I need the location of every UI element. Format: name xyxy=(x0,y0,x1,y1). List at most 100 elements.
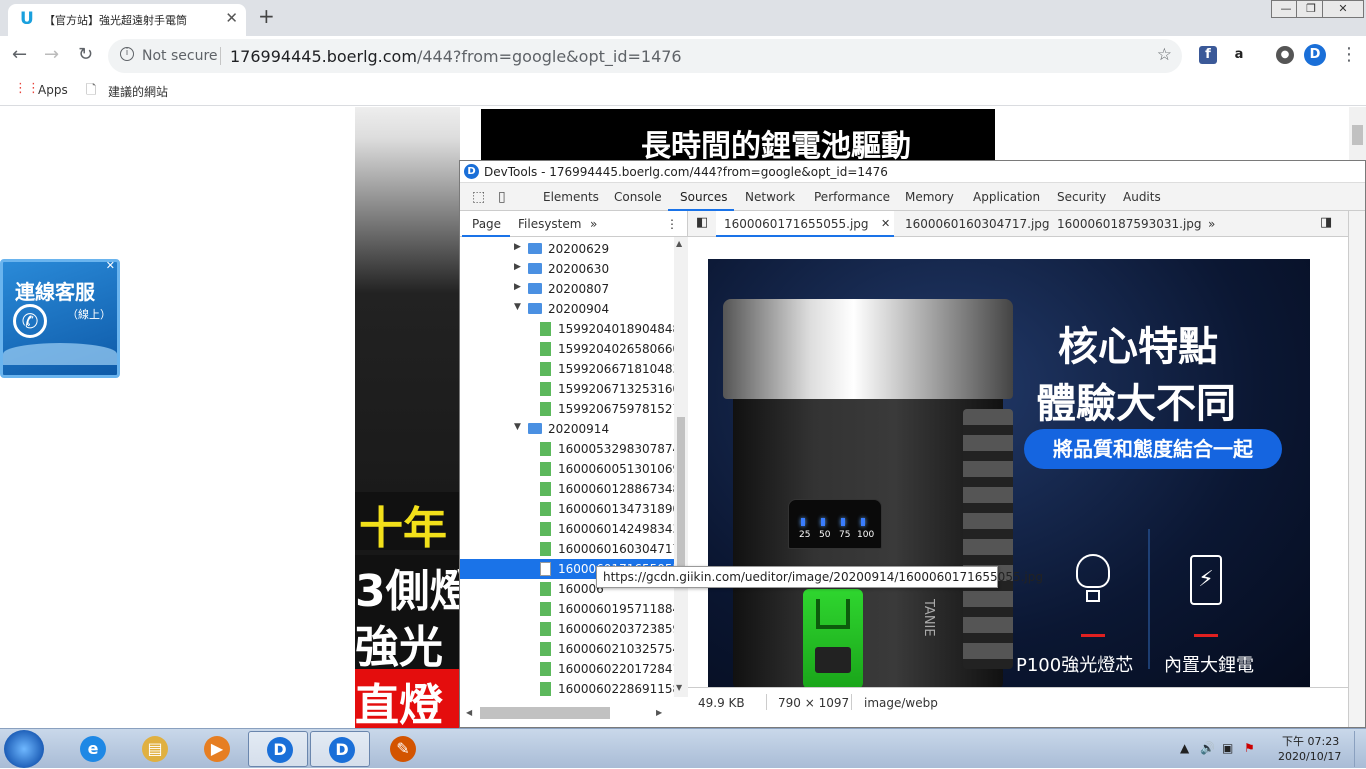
tab-application[interactable]: Application xyxy=(973,190,1040,204)
tree-file[interactable]: 1600060160304717.jp xyxy=(460,539,674,559)
tree-folder[interactable]: ▼ 20200904 xyxy=(460,299,674,319)
forward-button[interactable]: → xyxy=(44,44,59,65)
bookmark-apps[interactable]: Apps xyxy=(38,83,68,97)
bookmark-suggested-sites[interactable]: 建議的網站 xyxy=(108,83,168,100)
cs-widget-close-icon[interactable]: ✕ xyxy=(106,259,115,272)
file-tree-scrollbar-thumb[interactable] xyxy=(677,417,685,567)
clock-time[interactable]: 下午 07:23 xyxy=(1282,733,1339,749)
navigator-tab-filesystem[interactable]: Filesystem xyxy=(518,217,581,231)
toggle-debugger-icon[interactable]: ◨ xyxy=(1320,215,1332,230)
tab-network[interactable]: Network xyxy=(745,190,795,204)
tree-file[interactable]: 1599206671810483.g xyxy=(460,359,674,379)
profile-icon[interactable]: ● xyxy=(1276,46,1294,64)
tree-file[interactable]: 1599204026580660.g xyxy=(460,339,674,359)
tree-file[interactable]: 1600060210325754.jp xyxy=(460,639,674,659)
tree-file[interactable]: 1600060134731890.jp xyxy=(460,499,674,519)
url-text[interactable]: 176994445.boerlg.com/444?from=google&opt… xyxy=(230,47,682,66)
file-tree-hscrollbar[interactable]: ◀ ▶ xyxy=(460,697,688,727)
tab-security[interactable]: Security xyxy=(1057,190,1106,204)
tree-file[interactable]: 1600060142498343.jp xyxy=(460,519,674,539)
chevron-down-icon[interactable]: ▼ xyxy=(514,422,521,432)
navigator-menu-icon[interactable]: ⋮ xyxy=(666,217,678,231)
chevron-right-icon[interactable]: ▶ xyxy=(514,262,521,272)
tab-sources[interactable]: Sources xyxy=(680,190,727,204)
taskbar-app-button[interactable]: ▤ xyxy=(124,731,184,767)
taskbar-app-button[interactable]: D xyxy=(310,731,370,767)
toggle-navigator-icon[interactable]: ◧ xyxy=(696,215,708,230)
new-tab-button[interactable]: + xyxy=(258,4,275,28)
editor-tab-2[interactable]: 1600060160304717.jpg xyxy=(905,217,1050,231)
reload-button[interactable]: ↻ xyxy=(78,44,93,65)
tab-elements[interactable]: Elements xyxy=(543,190,599,204)
tree-folder[interactable]: ▶ 20200629 xyxy=(460,239,674,259)
browser-tab[interactable]: U 【官方站】強光超遠射手電筒 ✕ xyxy=(8,4,246,36)
tab-performance[interactable]: Performance xyxy=(814,190,890,204)
lightbulb-icon xyxy=(1076,554,1110,588)
editor-tab-3[interactable]: 1600060187593031.jpg xyxy=(1057,217,1202,231)
battery-icon: ⚡ xyxy=(1190,555,1222,605)
start-button[interactable] xyxy=(4,730,44,768)
debugger-sidebar-edge[interactable] xyxy=(1348,211,1365,727)
tree-file[interactable]: 1600060203723859.jp xyxy=(460,619,674,639)
chevron-right-icon[interactable]: ▶ xyxy=(514,242,521,252)
tree-folder[interactable]: ▶ 20200807 xyxy=(460,279,674,299)
tree-file[interactable]: 1599206759781527.g xyxy=(460,399,674,419)
taskbar-app-button[interactable]: ▶ xyxy=(186,731,246,767)
tree-file[interactable]: 1600060195711884.jp xyxy=(460,599,674,619)
tree-file[interactable]: 1599206713253160.g xyxy=(460,379,674,399)
tray-expand-icon[interactable]: ▲ xyxy=(1180,741,1189,755)
customer-service-widget[interactable]: 連線客服 （線上） ✆ ✕ xyxy=(0,259,120,378)
info-icon[interactable]: i xyxy=(120,47,134,61)
scroll-right-icon[interactable]: ▶ xyxy=(656,708,662,717)
devtools-app-icon-1: D xyxy=(267,737,293,763)
show-desktop-button[interactable] xyxy=(1354,731,1364,767)
taskbar-app-button[interactable]: e xyxy=(62,731,122,767)
devtools-extension-icon[interactable]: D xyxy=(1304,44,1326,66)
tree-file[interactable]: 1600060128867348.jp xyxy=(460,479,674,499)
scroll-up-icon[interactable]: ▲ xyxy=(676,239,682,248)
scroll-left-icon[interactable]: ◀ xyxy=(466,708,472,717)
chevron-down-icon[interactable]: ▼ xyxy=(514,302,521,312)
battery-indicator: 25 50 75 100 xyxy=(788,499,882,549)
scroll-down-icon[interactable]: ▼ xyxy=(676,683,682,692)
close-window-button[interactable]: ✕ xyxy=(1322,0,1364,18)
tab-audits[interactable]: Audits xyxy=(1123,190,1161,204)
tab-memory[interactable]: Memory xyxy=(905,190,954,204)
tab-console[interactable]: Console xyxy=(614,190,662,204)
tree-file[interactable]: 1600060220172841.jp xyxy=(460,659,674,679)
page-scrollbar-thumb[interactable] xyxy=(1352,125,1363,145)
facebook-icon[interactable]: f xyxy=(1199,46,1217,64)
address-bar[interactable]: i Not secure 176994445.boerlg.com/444?fr… xyxy=(108,39,1182,73)
tree-file[interactable]: 1600060051301069.jp xyxy=(460,459,674,479)
clock-date[interactable]: 2020/10/17 xyxy=(1278,750,1341,763)
device-toolbar-icon[interactable]: ▯ xyxy=(498,189,506,205)
taskbar-app-button[interactable]: ✎ xyxy=(372,731,432,767)
taskbar-app-button[interactable]: D xyxy=(248,731,308,767)
feature-2: 內置大鋰電 xyxy=(1164,655,1254,676)
navigator-more-icon[interactable]: » xyxy=(590,217,597,231)
tree-folder[interactable]: ▶ 20200630 xyxy=(460,259,674,279)
tree-file[interactable]: 1599204018904848.g xyxy=(460,319,674,339)
tab-close-icon[interactable]: ✕ xyxy=(225,9,238,27)
bookmark-star-icon[interactable]: ☆ xyxy=(1157,45,1172,65)
chevron-right-icon[interactable]: ▶ xyxy=(514,282,521,292)
back-button[interactable]: ← xyxy=(12,44,27,65)
file-tree-hscrollbar-thumb[interactable] xyxy=(480,707,610,719)
security-label[interactable]: Not secure xyxy=(142,48,218,64)
action-center-icon[interactable]: ⚑ xyxy=(1244,741,1255,755)
volume-icon[interactable]: 🔊 xyxy=(1200,741,1215,755)
editor-tab-close-icon[interactable]: ✕ xyxy=(881,217,890,230)
navigator-tab-page[interactable]: Page xyxy=(472,217,501,231)
tree-file[interactable]: 1600053298307874.jp xyxy=(460,439,674,459)
network-icon[interactable]: ▣ xyxy=(1222,741,1233,755)
editor-tab-1[interactable]: 1600060171655055.jpg xyxy=(724,217,869,231)
editor-tabs-more-icon[interactable]: » xyxy=(1208,217,1215,231)
inspect-element-icon[interactable]: ⬚ xyxy=(472,189,485,205)
apps-grid-icon[interactable]: ⋮⋮ xyxy=(14,81,40,96)
tree-folder[interactable]: ▼ 20200914 xyxy=(460,419,674,439)
flashlight-head xyxy=(723,299,1013,399)
amazon-icon[interactable]: a xyxy=(1230,46,1248,64)
tree-file[interactable]: 1600060228691158.jp xyxy=(460,679,674,697)
menu-dots-icon[interactable]: ⋮ xyxy=(1340,44,1358,65)
file-tree-scrollbar[interactable]: ▲ ▼ xyxy=(674,237,688,697)
